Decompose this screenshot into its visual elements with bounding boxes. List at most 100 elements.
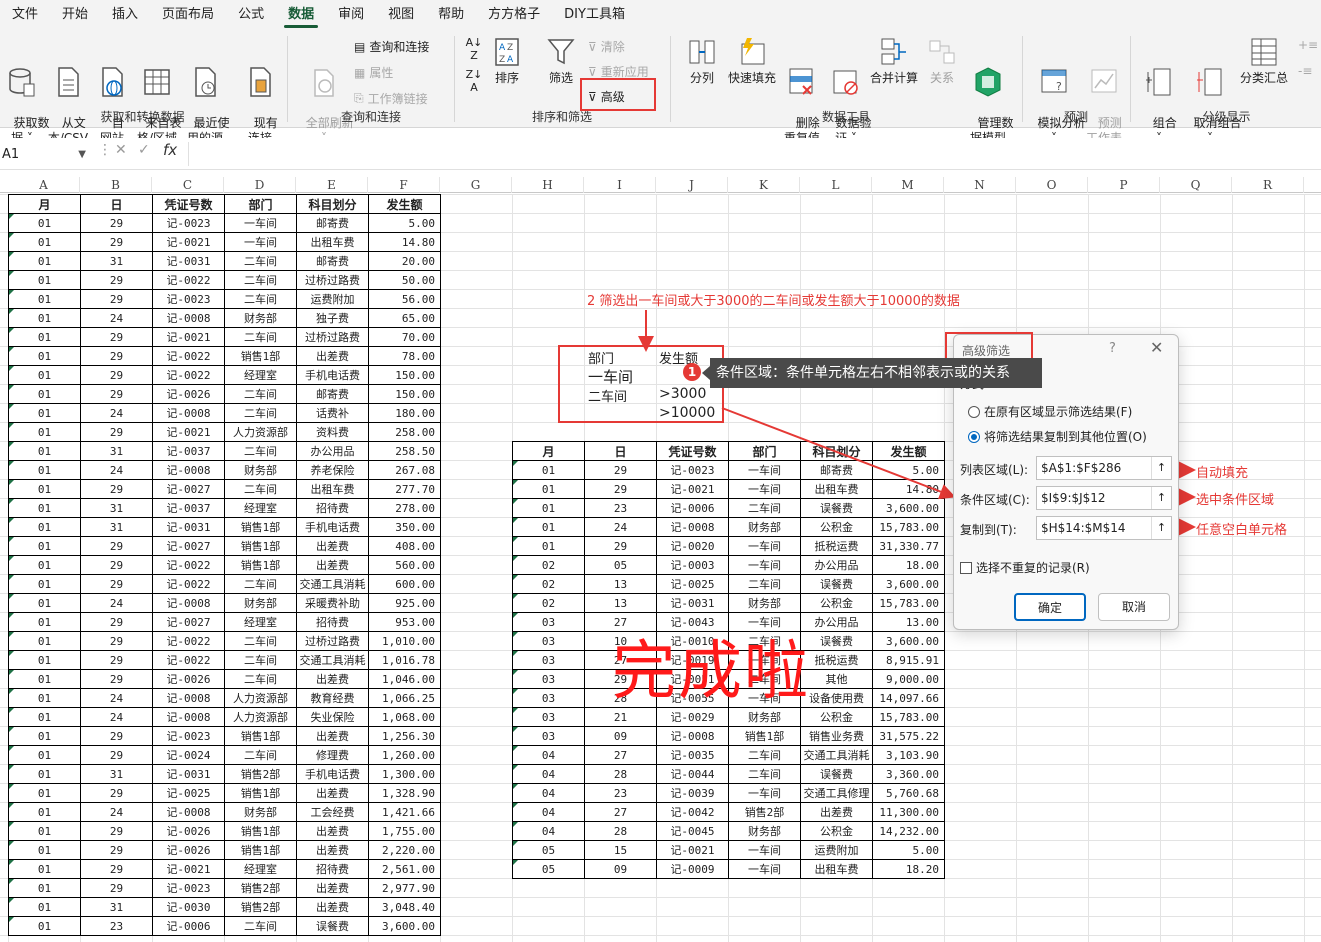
table-cell[interactable]: 抵税运费 [800,650,873,670]
queries-connections-button[interactable]: ▤ 查询和连接 [354,38,429,55]
table-cell[interactable]: 1,421.66 [368,802,441,822]
subtotal-button[interactable]: 分类汇总 [1238,36,1290,86]
table-cell[interactable]: 29 [80,422,153,442]
table-cell[interactable]: 过桥过路费 [296,631,369,651]
table-cell[interactable]: 78.00 [368,346,441,366]
table-cell[interactable]: 经理室 [224,498,297,518]
table-cell[interactable]: 二车间 [224,574,297,594]
table-cell[interactable]: 01 [8,289,81,309]
table-cell[interactable]: 01 [8,422,81,442]
table-cell[interactable]: 运费附加 [296,289,369,309]
table-cell[interactable]: 记-0025 [656,574,729,594]
table-cell[interactable]: 56.00 [368,289,441,309]
table-cell[interactable]: 29 [80,631,153,651]
table-cell[interactable]: 28 [584,821,657,841]
table-cell[interactable]: 销售1部 [224,840,297,860]
table-cell[interactable]: 记-0008 [152,403,225,423]
table-cell[interactable]: 记-0008 [656,726,729,746]
column-header[interactable]: Q [1160,177,1232,193]
table-cell[interactable]: 销售业务费 [800,726,873,746]
table-cell[interactable]: 3,103.90 [872,745,945,765]
table-cell[interactable]: 招待费 [296,612,369,632]
table-cell[interactable]: 27 [584,745,657,765]
table-cell[interactable]: 销售1部 [224,783,297,803]
table-cell[interactable]: 29 [80,536,153,556]
table-cell[interactable]: 29 [80,669,153,689]
table-cell[interactable]: 13 [584,574,657,594]
table-cell[interactable]: 销售1部 [728,726,801,746]
hide-detail-button[interactable]: -≡ [1298,64,1312,78]
table-cell[interactable]: 销售2部 [224,897,297,917]
table-cell[interactable]: 记-0008 [656,517,729,537]
column-header[interactable]: E [296,177,368,193]
table-cell[interactable]: 01 [8,650,81,670]
collapse-dialog-icon[interactable]: ↑ [1151,517,1171,539]
table-cell[interactable]: 5.00 [368,213,441,233]
table-cell[interactable]: 29 [80,479,153,499]
table-cell[interactable]: 采暖费补助 [296,593,369,613]
table-cell[interactable]: 01 [512,479,585,499]
table-cell[interactable]: 29 [80,745,153,765]
table-cell[interactable]: 03 [512,688,585,708]
table-cell[interactable]: 2,220.00 [368,840,441,860]
table-cell[interactable]: 29 [80,726,153,746]
menu-page-layout[interactable]: 页面布局 [150,0,226,30]
table-cell[interactable]: 31,575.22 [872,726,945,746]
table-cell[interactable]: 01 [512,498,585,518]
table-cell[interactable]: 一车间 [728,555,801,575]
table-cell[interactable]: 手机电话费 [296,365,369,385]
table-cell[interactable]: 记-0027 [152,536,225,556]
table-cell[interactable]: 01 [8,365,81,385]
table-cell[interactable]: 29 [584,460,657,480]
table-cell[interactable]: 5.00 [872,840,945,860]
radio-circle-selected[interactable] [968,430,980,443]
table-cell[interactable]: 01 [8,631,81,651]
table-cell[interactable]: 01 [8,726,81,746]
menu-formulas[interactable]: 公式 [226,0,276,30]
table-cell[interactable]: 29 [80,346,153,366]
table-cell[interactable]: 失业保险 [296,707,369,727]
flash-fill-button[interactable]: 快速填充 [724,36,780,86]
table-cell[interactable]: 运费附加 [800,840,873,860]
table-cell[interactable]: 560.00 [368,555,441,575]
table-cell[interactable]: 24 [80,308,153,328]
table-cell[interactable]: 过桥过路费 [296,327,369,347]
table-cell[interactable]: 03 [512,612,585,632]
table-cell[interactable]: 独子费 [296,308,369,328]
table-cell[interactable]: 出租车费 [800,479,873,499]
table-cell[interactable]: 记-0027 [152,612,225,632]
table-cell[interactable]: 记-0031 [152,251,225,271]
table-cell[interactable]: 记-0023 [152,213,225,233]
table-cell[interactable]: 误餐费 [800,631,873,651]
table-cell[interactable]: 记-0022 [152,574,225,594]
table-cell[interactable]: 01 [8,251,81,271]
table-cell[interactable]: 13 [584,593,657,613]
table-cell[interactable]: 招待费 [296,859,369,879]
table-cell[interactable]: 财务部 [224,593,297,613]
table-cell[interactable]: 出差费 [296,840,369,860]
table-cell[interactable]: 出差费 [296,536,369,556]
header-cell[interactable]: 部门 [728,441,801,461]
table-cell[interactable]: 258.50 [368,441,441,461]
table-cell[interactable]: 人力资源部 [224,688,297,708]
table-cell[interactable]: 邮寄费 [296,213,369,233]
table-cell[interactable]: 记-0023 [152,726,225,746]
table-cell[interactable]: 24 [80,593,153,613]
table-cell[interactable]: 手机电话费 [296,764,369,784]
table-cell[interactable]: 31 [80,441,153,461]
table-cell[interactable]: 办公用品 [296,441,369,461]
table-cell[interactable]: 记-0026 [152,840,225,860]
table-cell[interactable]: 1,066.25 [368,688,441,708]
help-icon[interactable]: ? [1109,341,1116,356]
enter-icon[interactable]: ✓ [138,142,150,158]
table-cell[interactable]: 65.00 [368,308,441,328]
table-cell[interactable]: 15 [584,840,657,860]
table-cell[interactable]: 记-0030 [152,897,225,917]
table-cell[interactable]: 记-0027 [152,479,225,499]
header-cell[interactable]: 日 [584,441,657,461]
table-cell[interactable]: 记-0006 [152,916,225,936]
table-cell[interactable]: 31 [80,517,153,537]
table-cell[interactable]: 记-0023 [152,289,225,309]
table-cell[interactable]: 记-0024 [152,745,225,765]
table-cell[interactable]: 01 [8,707,81,727]
